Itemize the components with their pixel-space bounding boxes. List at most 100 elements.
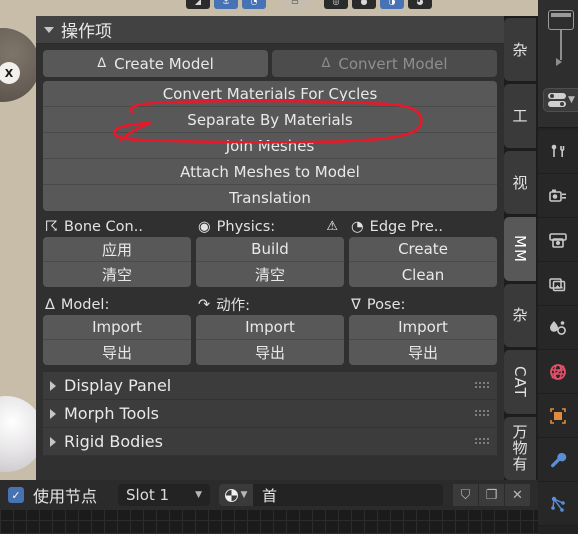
- button-导出[interactable]: 导出: [349, 340, 497, 365]
- button-convert-model[interactable]: ᐃ Convert Model: [272, 50, 497, 77]
- group-动作: ↷ 动作: Import 导出: [196, 294, 344, 365]
- category-tab-杂-4[interactable]: 杂: [504, 283, 536, 348]
- material-slot-dropdown[interactable]: Slot 1 ▼: [118, 484, 211, 506]
- material-bottom-bar: ✓ 使用节点 Slot 1 ▼ ▼ 首 ⛉ ❐ ✕: [0, 480, 538, 510]
- warning-icon: ⚠: [326, 219, 338, 234]
- grip-dots-icon[interactable]: [475, 437, 489, 446]
- group-header: ᐁ Pose:: [349, 294, 497, 315]
- use-nodes-label: 使用节点: [33, 487, 98, 506]
- button-create-model[interactable]: ᐃ Create Model: [43, 50, 268, 77]
- subpanel-morph-tools[interactable]: Morph Tools: [43, 400, 497, 428]
- chevron-down-icon: ▼: [240, 490, 248, 500]
- group-button-stack: Import 导出: [349, 315, 497, 365]
- shading-solid[interactable]: ●: [352, 0, 376, 9]
- material-sphere-icon: [224, 488, 238, 502]
- button-清空[interactable]: 清空: [43, 262, 191, 287]
- category-tab-杂-0[interactable]: 杂: [504, 18, 536, 82]
- button-import[interactable]: Import: [349, 315, 497, 340]
- material-datablock-field[interactable]: ▼ 首: [219, 484, 443, 506]
- material-slot-value: Slot 1: [126, 486, 170, 504]
- proportional-edit[interactable]: ◔: [242, 0, 266, 9]
- category-tab-CAT-5[interactable]: CAT: [504, 350, 536, 414]
- tool-properties-icon[interactable]: [538, 130, 578, 174]
- button-import[interactable]: Import: [196, 315, 344, 340]
- viewport-overlay[interactable]: ▭: [283, 0, 307, 9]
- node-editor-background[interactable]: [0, 510, 538, 534]
- shading-wireframe[interactable]: ◎: [324, 0, 348, 9]
- view-layer-properties-icon[interactable]: [538, 262, 578, 306]
- outliner-collection-icon: [548, 10, 574, 30]
- properties-editor-icon: [548, 93, 566, 107]
- particle-properties-icon[interactable]: [538, 482, 578, 526]
- subpanel-rigid-bodies[interactable]: Rigid Bodies: [43, 428, 497, 456]
- collapsed-subpanels: Display Panel Morph Tools Rigid Bodies: [43, 372, 497, 456]
- expand-triangle-icon[interactable]: [50, 436, 56, 447]
- select-tool[interactable]: ◢: [186, 0, 210, 9]
- category-tab-工-1[interactable]: 工: [504, 84, 536, 148]
- group-title: Pose:: [366, 296, 406, 313]
- chevron-down-icon: ▼: [195, 490, 203, 500]
- panel-header[interactable]: 操作项: [36, 16, 504, 44]
- editor-type-selector[interactable]: ▼: [543, 88, 578, 112]
- world-properties-icon[interactable]: [538, 350, 578, 394]
- output-properties-icon[interactable]: [538, 218, 578, 262]
- mmd-operator-panel: 操作项 ᐃ Create Model ᐃ Convert Model Convert …: [36, 16, 504, 480]
- button-clean[interactable]: Clean: [349, 262, 497, 287]
- outliner-region: ▼: [538, 0, 578, 128]
- subpanel-display-panel[interactable]: Display Panel: [43, 372, 497, 400]
- bone-constraint-icon: ☈: [45, 218, 58, 235]
- 3d-viewport[interactable]: X: [0, 0, 36, 480]
- collapse-triangle-icon[interactable]: [44, 26, 54, 33]
- group-title: 动作:: [216, 298, 251, 314]
- fake-user-shield-button[interactable]: ⛉: [452, 484, 478, 506]
- render-properties-icon[interactable]: [538, 174, 578, 218]
- group-bonecon: ☈ Bone Con.. 应用 清空: [43, 216, 191, 287]
- duplicate-material-button[interactable]: ❐: [478, 484, 504, 506]
- category-tab-视-2[interactable]: 视: [504, 150, 536, 215]
- grip-dots-icon[interactable]: [475, 381, 489, 390]
- button-导出[interactable]: 导出: [43, 340, 191, 365]
- material-browse-dropdown[interactable]: ▼: [219, 484, 254, 506]
- category-tab-MM-3[interactable]: MM: [504, 217, 536, 281]
- group-title: Physics:: [216, 218, 276, 235]
- scene-properties-icon[interactable]: [538, 306, 578, 350]
- object-properties-icon[interactable]: [538, 394, 578, 438]
- button-应用[interactable]: 应用: [43, 237, 191, 262]
- group-button-stack: Import 导出: [196, 315, 344, 365]
- edge-preview-icon: ◔: [351, 218, 364, 235]
- group-title: Bone Con..: [64, 218, 143, 235]
- group-physics: ◉ Physics: ⚠ Build 清空: [196, 216, 344, 287]
- expand-triangle-icon[interactable]: [50, 408, 56, 419]
- shading-rendered[interactable]: ◕: [408, 0, 432, 9]
- expand-triangle-icon[interactable]: [50, 380, 56, 391]
- action-icon: ↷: [198, 296, 211, 313]
- shading-material[interactable]: ◑: [380, 0, 404, 9]
- group-model: ᐃ Model: Import 导出: [43, 294, 191, 365]
- button-join-meshes[interactable]: Join Meshes: [43, 133, 497, 159]
- subpanel-label: Rigid Bodies: [64, 432, 163, 451]
- button-build[interactable]: Build: [196, 237, 344, 262]
- group-button-stack: 应用 清空: [43, 237, 191, 287]
- grip-dots-icon[interactable]: [475, 409, 489, 418]
- modifier-properties-icon[interactable]: [538, 438, 578, 482]
- button-translation[interactable]: Translation: [43, 185, 497, 211]
- button-convert-materials-for-cycles[interactable]: Convert Materials For Cycles: [43, 81, 497, 107]
- io-groups: ᐃ Model: Import 导出 ↷ 动作: Import 导出 ᐁ Pose: Import 导…: [43, 294, 497, 365]
- model-button-row: ᐃ Create Model ᐃ Convert Model: [43, 50, 497, 77]
- subpanel-label: Morph Tools: [64, 404, 159, 423]
- use-nodes-checkbox[interactable]: ✓: [8, 487, 24, 503]
- button-import[interactable]: Import: [43, 315, 191, 340]
- button-清空[interactable]: 清空: [196, 262, 344, 287]
- category-tab-万物有-6[interactable]: 万物有: [504, 416, 536, 480]
- group-button-stack: Create Clean: [349, 237, 497, 287]
- material-name-input[interactable]: 首: [253, 485, 443, 506]
- button-create[interactable]: Create: [349, 237, 497, 262]
- button-导出[interactable]: 导出: [196, 340, 344, 365]
- group-pose: ᐁ Pose: Import 导出: [349, 294, 497, 365]
- button-attach-meshes-to-model[interactable]: Attach Meshes to Model: [43, 159, 497, 185]
- button-separate-by-materials[interactable]: Separate By Materials: [43, 107, 497, 133]
- properties-editor: ▼: [538, 0, 578, 534]
- unlink-material-button[interactable]: ✕: [504, 484, 530, 506]
- snap-magnet[interactable]: ⚓: [214, 0, 238, 9]
- outliner-expand-arrow-icon[interactable]: [556, 58, 562, 66]
